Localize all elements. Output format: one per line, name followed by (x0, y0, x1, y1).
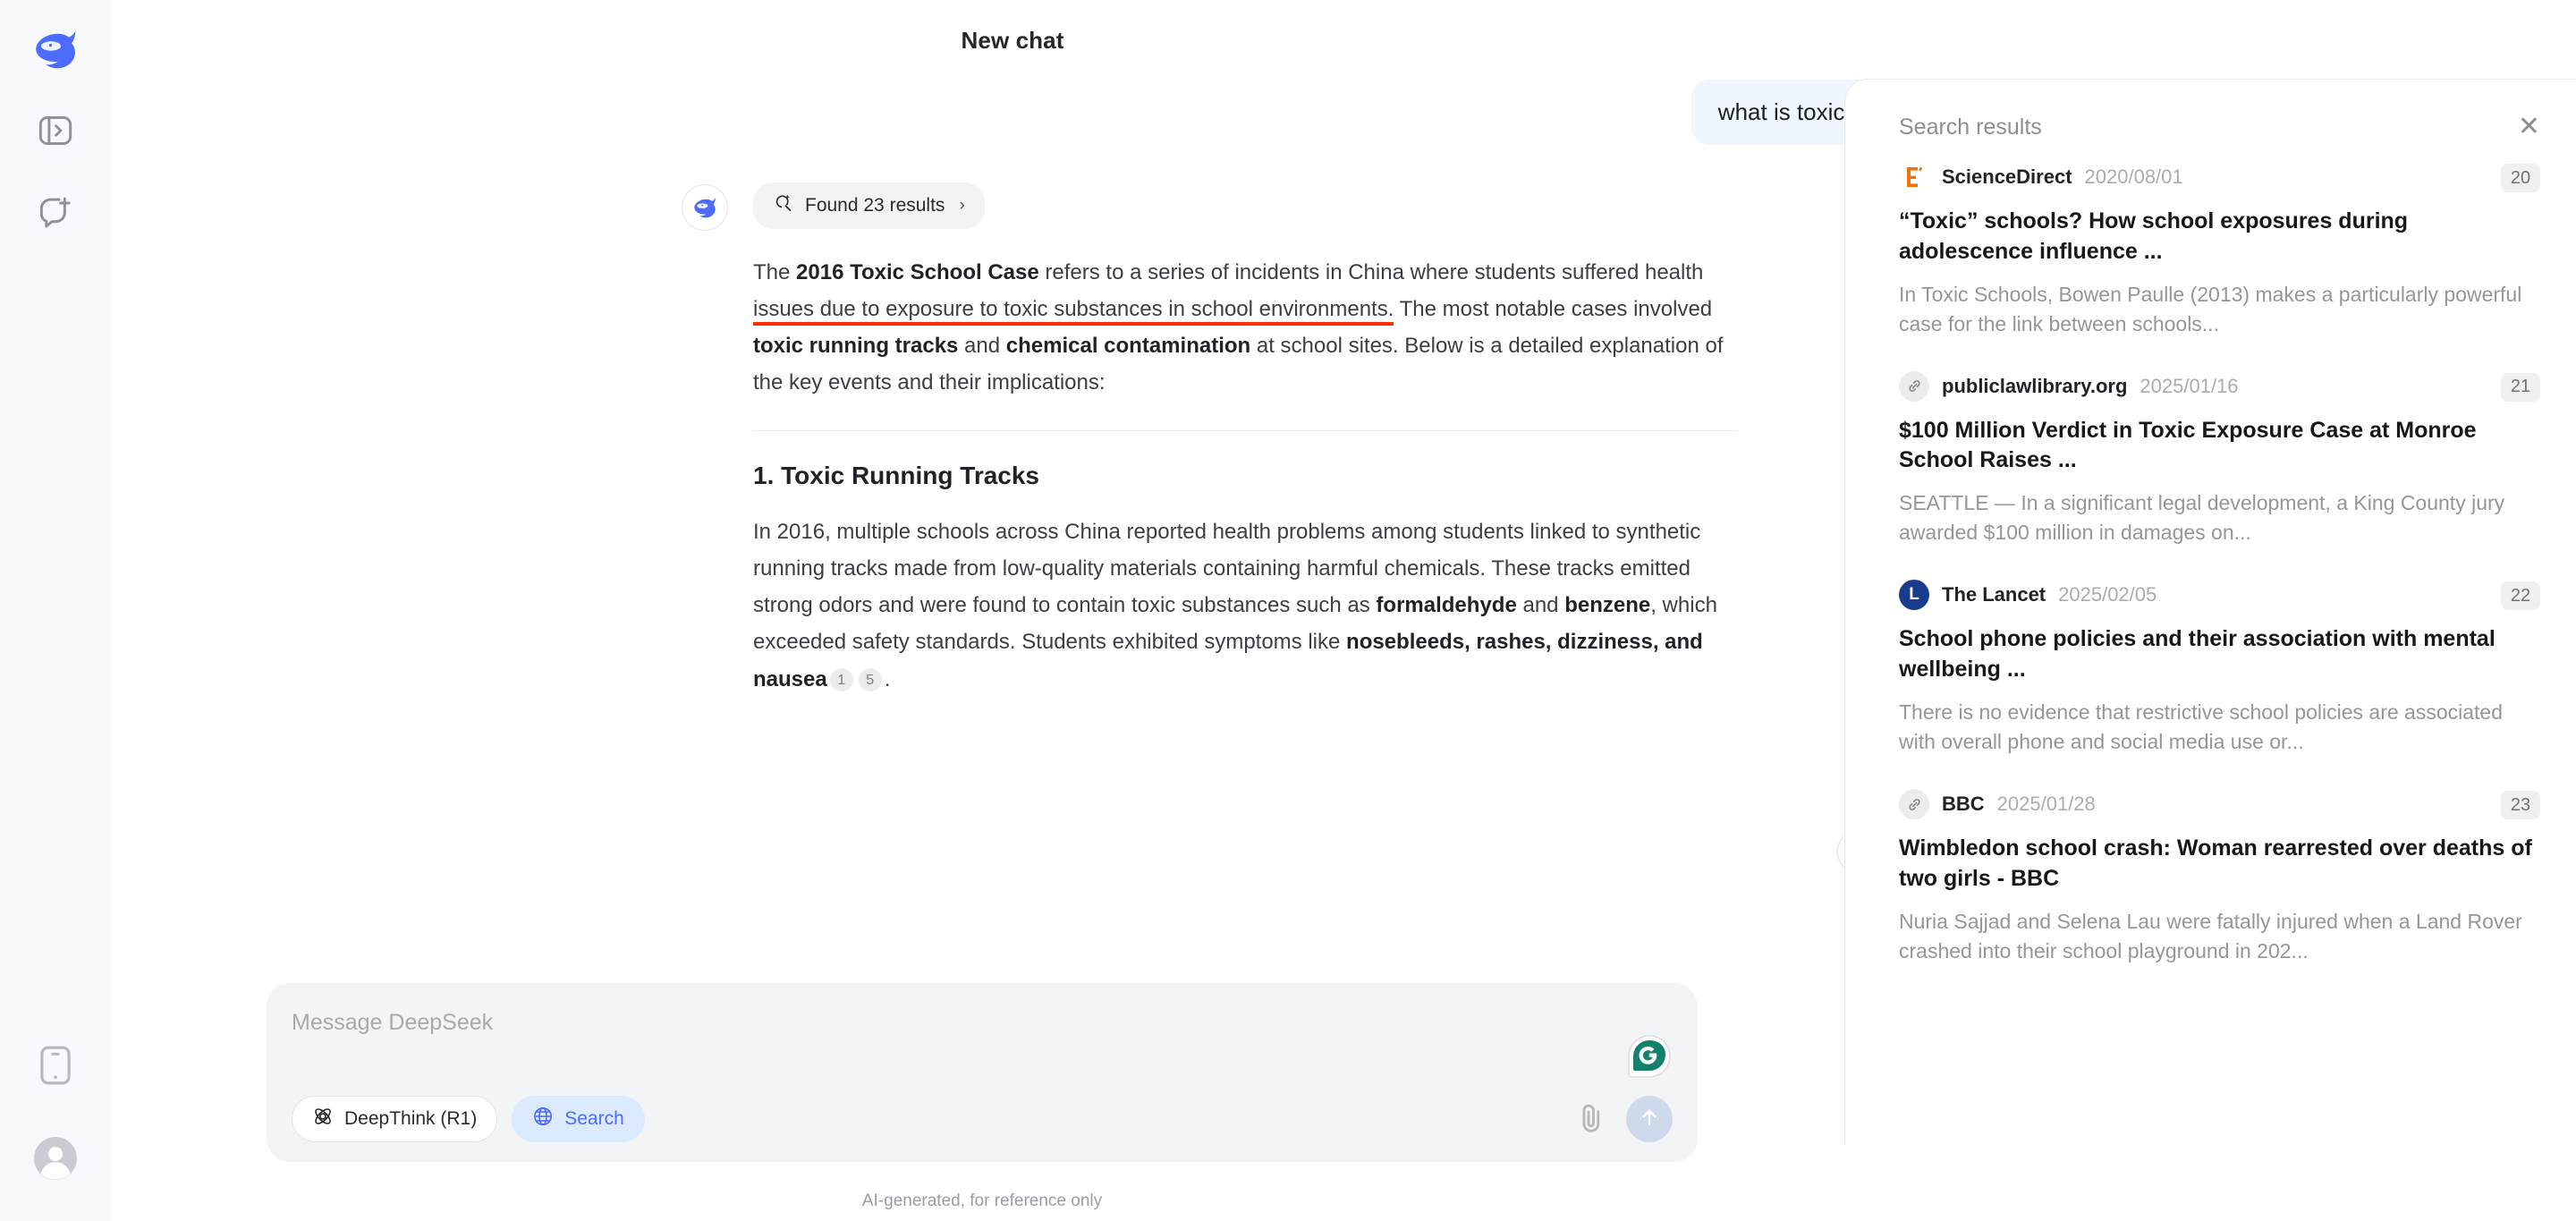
deepseek-chat-app: New chat what is toxic school case 2016 (0, 0, 2576, 1221)
left-sidebar (0, 0, 111, 1221)
composer-mode-buttons: DeepThink (R1) Search (292, 1096, 645, 1142)
answer-paragraph-1: The 2016 Toxic School Case refers to a s… (753, 254, 1737, 402)
result-title[interactable]: Wimbledon school crash: Woman rearrested… (1899, 834, 2540, 895)
result-source: BBC (1942, 793, 1985, 816)
search-results-header: Search results ✕ (1845, 80, 2576, 140)
result-index-badge: 20 (2501, 164, 2540, 192)
section-divider (753, 429, 1737, 431)
p1-a: The (753, 259, 797, 284)
result-date: 2020/08/01 (2084, 165, 2183, 188)
deepseek-whale-logo[interactable] (23, 21, 88, 77)
grammarly-icon[interactable] (1626, 1033, 1673, 1080)
search-results-list: ScienceDirect 2020/08/01 20 “Toxic” scho… (1845, 140, 2576, 998)
p2-c: and (1516, 593, 1565, 618)
result-source: publiclawlibrary.org (1942, 374, 2128, 397)
result-snippet: There is no evidence that restrictive sc… (1899, 700, 2504, 754)
result-meta: publiclawlibrary.org 2025/01/16 21 (1899, 370, 2540, 402)
sciencedirect-icon (1899, 162, 1929, 192)
lancet-icon: L (1899, 580, 1929, 611)
search-results-title: Search results (1899, 114, 2042, 140)
found-results-label: Found 23 results (805, 194, 945, 216)
p2-bold-benzene: benzene (1564, 593, 1651, 618)
p1-bold-case: 2016 Toxic School Case (796, 259, 1039, 284)
result-meta: L The Lancet 2025/02/05 22 (1899, 580, 2540, 611)
search-toggle-label: Search (564, 1108, 624, 1129)
result-date: 2025/01/16 (2140, 374, 2239, 397)
citation-badge[interactable]: 1 (829, 668, 853, 692)
search-sparkle-icon (773, 193, 792, 218)
result-meta: BBC 2025/01/28 23 (1899, 789, 2540, 820)
atom-icon (312, 1106, 334, 1132)
assistant-avatar (682, 183, 728, 231)
p2-bold-formaldehyde: formaldehyde (1376, 593, 1517, 618)
p2-g: . (884, 666, 891, 691)
p1-f: and (958, 334, 1006, 359)
found-results-chip[interactable]: Found 23 results › (753, 182, 985, 229)
list-item[interactable]: ScienceDirect 2020/08/01 20 “Toxic” scho… (1899, 162, 2540, 371)
section-heading-1: 1. Toxic Running Tracks (753, 461, 1040, 489)
message-composer[interactable]: Message DeepSeek DeepThink (R1) Search (267, 983, 1698, 1162)
result-snippet: In Toxic Schools, Bowen Paulle (2013) ma… (1899, 282, 2522, 335)
send-button[interactable] (1626, 1096, 1673, 1142)
result-meta: ScienceDirect 2020/08/01 20 (1899, 162, 2540, 192)
paperclip-icon[interactable] (1576, 1102, 1606, 1136)
page-title: New chat (961, 27, 1064, 54)
link-icon (1899, 789, 1929, 820)
result-source: ScienceDirect (1942, 165, 2072, 188)
p1-bold-contamination: chemical contamination (1005, 334, 1251, 359)
avatar[interactable] (27, 1130, 84, 1187)
sidebar-toggle-icon[interactable] (27, 102, 84, 159)
result-snippet: SEATTLE — In a significant legal develop… (1899, 491, 2505, 545)
deepthink-label: DeepThink (R1) (344, 1108, 478, 1129)
message-input[interactable]: Message DeepSeek (292, 1005, 1673, 1036)
p1-d: The most notable cases involved (1394, 296, 1713, 321)
composer-toolbar: DeepThink (R1) Search (292, 1096, 1673, 1142)
search-toggle-button[interactable]: Search (512, 1096, 645, 1142)
assistant-markdown: The 2016 Toxic School Case refers to a s… (753, 254, 1737, 698)
list-item[interactable]: L The Lancet 2025/02/05 22 School phone … (1899, 580, 2540, 789)
composer-action-buttons (1576, 1096, 1673, 1142)
chevron-right-icon: › (959, 195, 965, 215)
p1-bold-tracks: toxic running tracks (753, 334, 959, 359)
new-chat-icon[interactable] (27, 184, 84, 242)
result-snippet: Nuria Sajjad and Selena Lau were fatally… (1899, 909, 2522, 962)
citation-badge[interactable]: 5 (858, 668, 882, 692)
list-item[interactable]: BBC 2025/01/28 23 Wimbledon school crash… (1899, 789, 2540, 998)
result-title[interactable]: “Toxic” schools? How school exposures du… (1899, 207, 2540, 267)
close-icon[interactable]: ✕ (2518, 114, 2540, 140)
result-index-badge: 23 (2501, 791, 2540, 820)
rail-bottom-group (27, 1001, 84, 1221)
result-date: 2025/01/28 (1996, 793, 2096, 816)
result-title[interactable]: $100 Million Verdict in Toxic Exposure C… (1899, 416, 2540, 477)
result-source: The Lancet (1942, 583, 2046, 606)
result-index-badge: 21 (2501, 372, 2540, 402)
arrow-up-icon (1638, 1106, 1661, 1133)
mobile-app-icon[interactable] (27, 1037, 84, 1094)
deepthink-button[interactable]: DeepThink (R1) (292, 1096, 498, 1142)
search-results-panel: Search results ✕ ScienceDirect 2020/08/0… (1844, 79, 2576, 1143)
result-index-badge: 22 (2501, 581, 2540, 611)
globe-icon (532, 1106, 554, 1132)
list-item[interactable]: publiclawlibrary.org 2025/01/16 21 $100 … (1899, 370, 2540, 581)
composer-wrapper: Message DeepSeek DeepThink (R1) Search (267, 983, 1698, 1162)
answer-paragraph-2: In 2016, multiple schools across China r… (753, 513, 1737, 698)
result-title[interactable]: School phone policies and their associat… (1899, 624, 2540, 685)
disclaimer-text: AI-generated, for reference only (861, 1191, 1103, 1210)
result-date: 2025/02/05 (2058, 583, 2157, 606)
link-icon (1899, 370, 1929, 402)
